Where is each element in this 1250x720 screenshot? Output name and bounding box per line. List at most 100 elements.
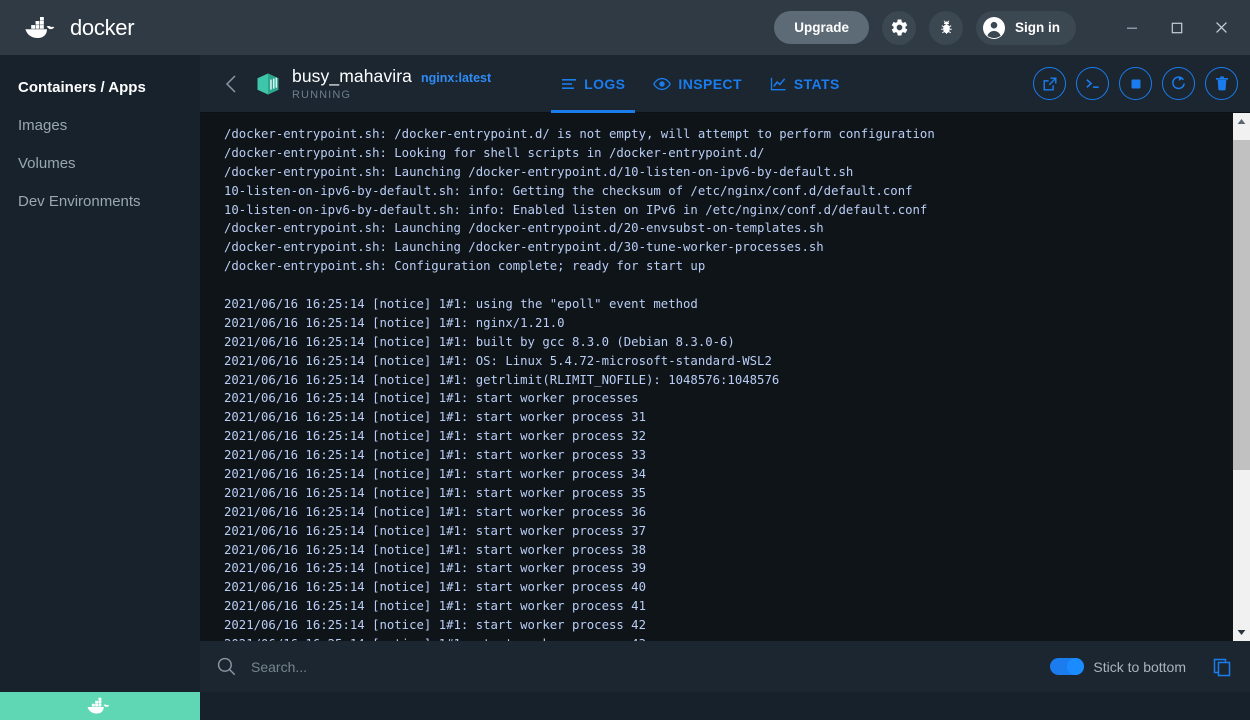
minimize-icon bbox=[1125, 21, 1139, 35]
log-line: 10-listen-on-ipv6-by-default.sh: info: G… bbox=[224, 182, 1233, 201]
tab-stats[interactable]: STATS bbox=[756, 55, 854, 113]
scrollbar-up-button[interactable] bbox=[1233, 113, 1250, 130]
user-avatar-icon bbox=[982, 16, 1006, 40]
container-icon-wrap bbox=[254, 70, 282, 98]
stick-to-bottom-label: Stick to bottom bbox=[1093, 659, 1186, 675]
report-bug-button[interactable] bbox=[929, 11, 963, 45]
log-line: 2021/06/16 16:25:14 [notice] 1#1: start … bbox=[224, 541, 1233, 560]
container-cube-icon bbox=[254, 70, 282, 98]
stop-square-icon bbox=[1128, 76, 1144, 92]
log-line bbox=[224, 276, 1233, 295]
log-line: 2021/06/16 16:25:14 [notice] 1#1: start … bbox=[224, 503, 1233, 522]
docker-desktop-window: docker Upgrade bbox=[0, 0, 1250, 720]
tab-logs-label: LOGS bbox=[584, 76, 625, 92]
search-input[interactable] bbox=[251, 659, 1036, 675]
sidebar-spacer-3 bbox=[0, 178, 200, 187]
log-line: 2021/06/16 16:25:14 [notice] 1#1: start … bbox=[224, 408, 1233, 427]
container-title-row: busy_mahavira nginx:latest bbox=[292, 66, 491, 87]
scrollbar-track[interactable] bbox=[1233, 130, 1250, 624]
container-name: busy_mahavira bbox=[292, 66, 412, 87]
sidebar-item-volumes[interactable]: Volumes bbox=[0, 149, 200, 178]
maximize-icon bbox=[1170, 21, 1184, 35]
cli-button[interactable] bbox=[1076, 67, 1109, 100]
window-controls bbox=[1109, 8, 1250, 48]
back-button[interactable] bbox=[214, 67, 248, 101]
tab-bar: LOGS INSPECT STATS bbox=[547, 55, 854, 113]
sidebar-item-containers-apps[interactable]: Containers / Apps bbox=[0, 73, 200, 102]
copy-logs-button[interactable] bbox=[1208, 653, 1236, 681]
search-input-wrap bbox=[216, 656, 1036, 677]
stick-to-bottom-control[interactable]: Stick to bottom bbox=[1050, 658, 1186, 675]
log-line: 2021/06/16 16:25:14 [notice] 1#1: start … bbox=[224, 616, 1233, 635]
log-line: /docker-entrypoint.sh: Launching /docker… bbox=[224, 238, 1233, 257]
chevron-left-icon bbox=[223, 73, 240, 95]
stick-to-bottom-toggle[interactable] bbox=[1050, 658, 1084, 675]
close-button[interactable] bbox=[1199, 8, 1244, 48]
log-line: 2021/06/16 16:25:14 [notice] 1#1: start … bbox=[224, 427, 1233, 446]
logs-scrollbar[interactable] bbox=[1233, 113, 1250, 641]
restart-circular-arrow-icon bbox=[1170, 75, 1187, 92]
log-line: 2021/06/16 16:25:14 [notice] 1#1: start … bbox=[224, 465, 1233, 484]
container-title-block: busy_mahavira nginx:latest RUNNING bbox=[292, 66, 491, 101]
log-line: 2021/06/16 16:25:14 [notice] 1#1: start … bbox=[224, 446, 1233, 465]
restart-button[interactable] bbox=[1162, 67, 1195, 100]
docker-whale-icon bbox=[22, 15, 62, 41]
sidebar-spacer-2 bbox=[0, 140, 200, 149]
log-line: 2021/06/16 16:25:14 [notice] 1#1: start … bbox=[224, 484, 1233, 503]
status-bar bbox=[0, 692, 1250, 720]
content-area: busy_mahavira nginx:latest RUNNING bbox=[200, 55, 1250, 692]
log-line: 2021/06/16 16:25:14 [notice] 1#1: built … bbox=[224, 333, 1233, 352]
log-line: 2021/06/16 16:25:14 [notice] 1#1: start … bbox=[224, 578, 1233, 597]
eye-icon bbox=[653, 76, 671, 92]
container-status: RUNNING bbox=[292, 89, 491, 101]
upgrade-button[interactable]: Upgrade bbox=[774, 11, 869, 44]
scroll-down-arrow-icon bbox=[1237, 629, 1246, 636]
maximize-button[interactable] bbox=[1154, 8, 1199, 48]
sidebar-spacer-1 bbox=[0, 102, 200, 111]
sidebar-item-images[interactable]: Images bbox=[0, 111, 200, 140]
logs-panel: /docker-entrypoint.sh: /docker-entrypoin… bbox=[200, 113, 1250, 641]
log-line: /docker-entrypoint.sh: /docker-entrypoin… bbox=[224, 125, 1233, 144]
app-body: Containers / Apps Images Volumes Dev Env… bbox=[0, 55, 1250, 692]
settings-button[interactable] bbox=[882, 11, 916, 45]
open-in-browser-button[interactable] bbox=[1033, 67, 1066, 100]
tab-stats-label: STATS bbox=[794, 76, 840, 92]
tab-logs[interactable]: LOGS bbox=[547, 55, 639, 113]
log-line: /docker-entrypoint.sh: Configuration com… bbox=[224, 257, 1233, 276]
bug-icon bbox=[937, 18, 956, 37]
external-link-icon bbox=[1042, 76, 1058, 92]
container-header: busy_mahavira nginx:latest RUNNING bbox=[200, 55, 1250, 113]
sign-in-button[interactable]: Sign in bbox=[976, 11, 1076, 45]
scrollbar-down-button[interactable] bbox=[1233, 624, 1250, 641]
logs-lines-icon bbox=[561, 76, 577, 92]
sign-in-label: Sign in bbox=[1015, 20, 1060, 35]
log-line: 2021/06/16 16:25:14 [notice] 1#1: getrli… bbox=[224, 371, 1233, 390]
search-icon[interactable] bbox=[216, 656, 237, 677]
sidebar-item-dev-environments[interactable]: Dev Environments bbox=[0, 187, 200, 216]
log-line: 10-listen-on-ipv6-by-default.sh: info: E… bbox=[224, 201, 1233, 220]
log-line: 2021/06/16 16:25:14 [notice] 1#1: start … bbox=[224, 635, 1233, 641]
scrollbar-thumb[interactable] bbox=[1233, 140, 1250, 470]
toggle-knob bbox=[1067, 658, 1084, 675]
copy-icon bbox=[1212, 657, 1232, 677]
status-bar-empty bbox=[200, 692, 1250, 720]
stop-button[interactable] bbox=[1119, 67, 1152, 100]
container-actions bbox=[1033, 67, 1238, 100]
tab-inspect[interactable]: INSPECT bbox=[639, 55, 755, 113]
close-icon bbox=[1214, 20, 1229, 35]
scroll-up-arrow-icon bbox=[1237, 118, 1246, 125]
status-bar-docker-indicator[interactable] bbox=[0, 692, 200, 720]
titlebar-actions: Upgrade bbox=[774, 8, 1250, 48]
minimize-button[interactable] bbox=[1109, 8, 1154, 48]
container-image-link[interactable]: nginx:latest bbox=[421, 71, 491, 85]
log-line: /docker-entrypoint.sh: Launching /docker… bbox=[224, 219, 1233, 238]
log-line: /docker-entrypoint.sh: Looking for shell… bbox=[224, 144, 1233, 163]
log-line: 2021/06/16 16:25:14 [notice] 1#1: nginx/… bbox=[224, 314, 1233, 333]
logs-output[interactable]: /docker-entrypoint.sh: /docker-entrypoin… bbox=[200, 113, 1233, 641]
log-line: 2021/06/16 16:25:14 [notice] 1#1: using … bbox=[224, 295, 1233, 314]
logs-search-bar: Stick to bottom bbox=[200, 641, 1250, 692]
log-line: 2021/06/16 16:25:14 [notice] 1#1: start … bbox=[224, 389, 1233, 408]
titlebar: docker Upgrade bbox=[0, 0, 1250, 55]
delete-button[interactable] bbox=[1205, 67, 1238, 100]
log-line: 2021/06/16 16:25:14 [notice] 1#1: start … bbox=[224, 559, 1233, 578]
